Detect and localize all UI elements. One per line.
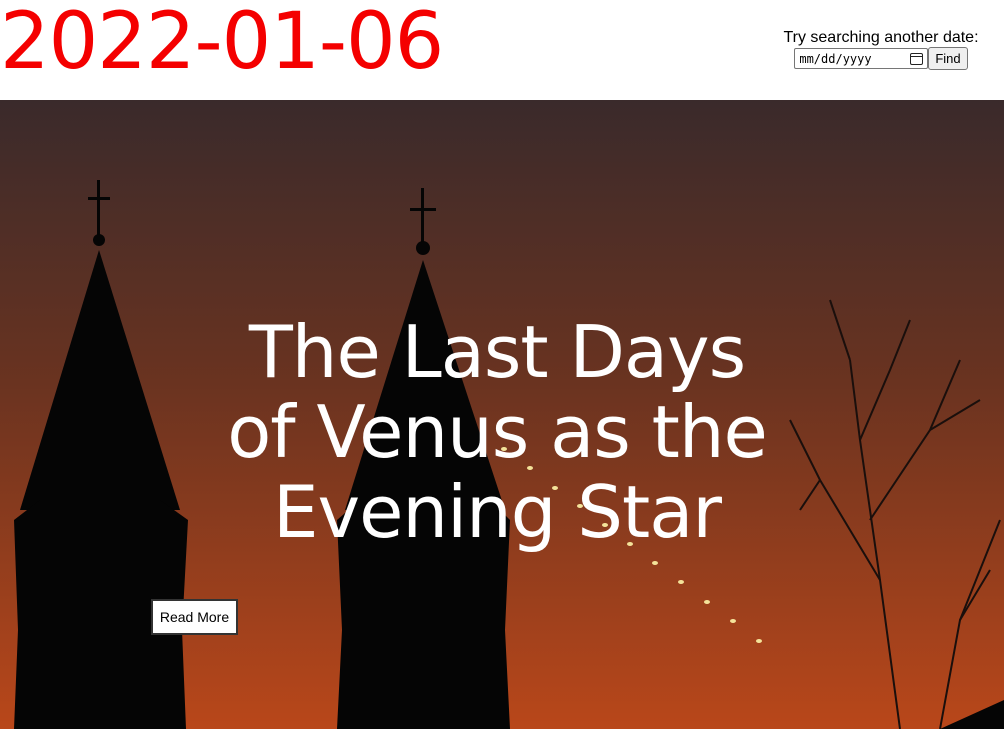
find-button[interactable]: Find	[928, 47, 968, 70]
date-placeholder: mm/dd/yyyy	[799, 51, 872, 66]
calendar-icon[interactable]	[910, 52, 924, 65]
search-label: Try searching another date:	[783, 29, 979, 46]
page-header: 2022-01-06 Try searching another date: m…	[0, 0, 1004, 100]
date-input[interactable]: mm/dd/yyyy	[794, 48, 929, 69]
read-more-button[interactable]: Read More	[151, 599, 238, 635]
date-search: Try searching another date: mm/dd/yyyy F…	[776, 28, 986, 70]
page-title-date: 2022-01-06	[0, 0, 444, 87]
hero-section: The Last Days of Venus as the Evening St…	[0, 100, 1004, 729]
hero-title: The Last Days of Venus as the Evening St…	[227, 310, 768, 554]
